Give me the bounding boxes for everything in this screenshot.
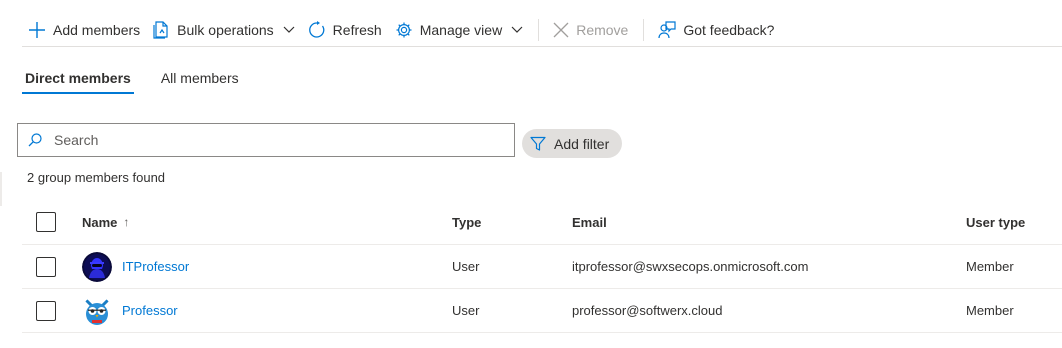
owl-avatar-icon <box>82 295 112 326</box>
member-email: professor@softwerx.cloud <box>572 303 723 318</box>
add-members-button[interactable]: Add members <box>22 13 147 47</box>
row-checkbox[interactable] <box>36 300 56 321</box>
plus-icon <box>29 22 45 38</box>
command-bar: Add members Bulk operations Refresh Mana… <box>22 13 1062 47</box>
add-members-label: Add members <box>53 22 141 38</box>
tab-all-members[interactable]: All members <box>158 62 242 94</box>
add-filter-label: Add filter <box>554 135 610 152</box>
column-header-user-type[interactable]: User type <box>966 200 1025 244</box>
manage-view-label: Manage view <box>419 22 503 38</box>
member-user-type: Member <box>966 259 1014 274</box>
bulk-operations-label: Bulk operations <box>177 22 274 38</box>
column-header-type[interactable]: Type <box>452 200 481 244</box>
search-input[interactable] <box>52 131 496 149</box>
member-name-cell: ITProfessor <box>82 245 189 288</box>
remove-label: Remove <box>576 22 629 38</box>
feedback-person-icon <box>658 21 676 39</box>
members-table: Name ↑ Type Email User type ITProfessor … <box>22 200 1062 333</box>
feedback-label: Got feedback? <box>683 22 775 38</box>
table-row[interactable]: Professor User professor@softwerx.cloud … <box>22 289 1062 333</box>
chevron-down-icon <box>511 26 523 33</box>
member-type: User <box>452 259 480 274</box>
select-all-checkbox[interactable] <box>36 212 56 232</box>
member-name-link[interactable]: ITProfessor <box>122 259 189 274</box>
member-email: itprofessor@swxsecops.onmicrosoft.com <box>572 259 809 274</box>
bulk-document-icon <box>153 21 168 39</box>
column-header-name[interactable]: Name ↑ <box>82 200 129 244</box>
tab-direct-members[interactable]: Direct members <box>22 62 134 94</box>
refresh-label: Refresh <box>332 22 382 38</box>
close-icon <box>553 22 569 38</box>
bulk-operations-button[interactable]: Bulk operations <box>147 13 302 47</box>
filter-funnel-icon <box>530 136 546 151</box>
row-checkbox[interactable] <box>36 256 56 277</box>
table-row[interactable]: ITProfessor User itprofessor@swxsecops.o… <box>22 245 1062 289</box>
column-header-email[interactable]: Email <box>572 200 607 244</box>
refresh-icon <box>308 21 325 38</box>
column-header-name-label: Name <box>82 214 118 230</box>
toolbar-divider <box>643 19 645 41</box>
search-box <box>17 123 515 157</box>
feedback-button[interactable]: Got feedback? <box>652 13 781 47</box>
gear-icon <box>396 22 412 38</box>
refresh-button[interactable]: Refresh <box>302 13 389 47</box>
remove-button[interactable]: Remove <box>547 13 635 47</box>
left-edge-marker <box>0 172 2 206</box>
table-header-row: Name ↑ Type Email User type <box>22 200 1062 245</box>
member-name-cell: Professor <box>82 289 178 332</box>
member-user-type: Member <box>966 303 1014 318</box>
toolbar-divider <box>538 19 540 41</box>
result-count: 2 group members found <box>27 170 166 185</box>
member-type: User <box>452 303 480 318</box>
hooded-figure-avatar-icon <box>82 251 112 282</box>
toolbar-bottom-border <box>22 46 1062 47</box>
member-name-link[interactable]: Professor <box>122 303 178 318</box>
manage-view-button[interactable]: Manage view <box>389 13 531 47</box>
sort-ascending-icon: ↑ <box>123 215 130 229</box>
search-icon <box>28 133 42 147</box>
add-filter-button[interactable]: Add filter <box>522 129 622 158</box>
chevron-down-icon <box>283 26 295 33</box>
member-tabs: Direct members All members <box>22 62 266 94</box>
